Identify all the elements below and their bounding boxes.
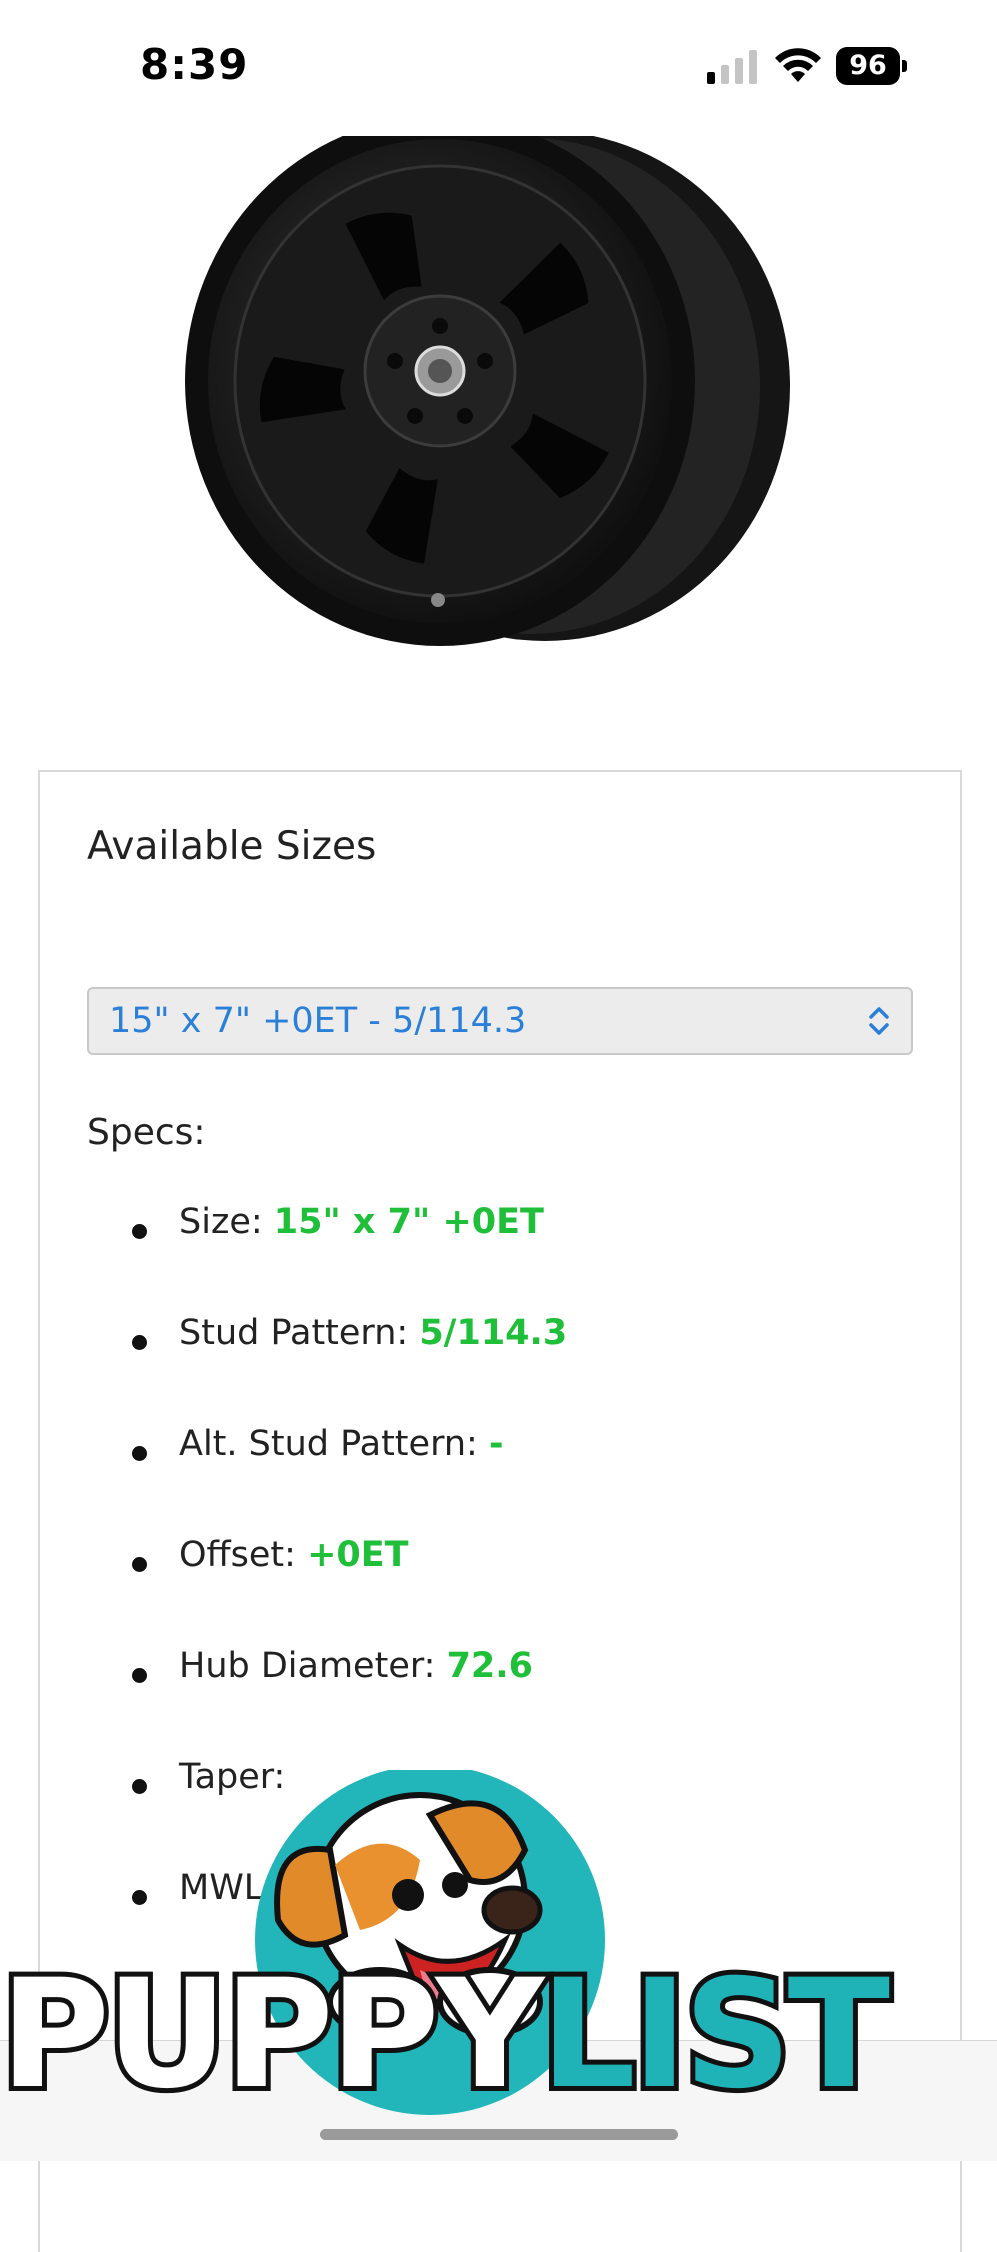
bullet-icon	[132, 1224, 147, 1239]
battery-nub	[902, 60, 907, 72]
spec-label: Stud Pattern:	[179, 1313, 409, 1353]
battery-icon: 96	[836, 47, 908, 85]
chevron-up-down-icon	[869, 1007, 889, 1035]
spec-item-offset: Offset: +0ET	[87, 1535, 887, 1646]
bullet-icon	[132, 1557, 147, 1572]
status-time: 8:39	[140, 40, 249, 89]
bullet-icon	[132, 1335, 147, 1350]
wifi-icon	[775, 48, 821, 82]
spec-label: Hub Diameter:	[179, 1646, 436, 1686]
spec-value: -	[488, 1424, 504, 1464]
card-title: Available Sizes	[87, 824, 377, 869]
cellular-signal-icon	[707, 50, 757, 84]
spec-value: +0ET	[307, 1535, 409, 1575]
spec-label: Alt. Stud Pattern:	[179, 1424, 478, 1464]
watermark-brand-part1: PUPPY	[0, 1948, 549, 2122]
status-bar: 8:39 96	[0, 0, 997, 136]
wheel-image	[185, 136, 790, 646]
spec-value: 72.6	[446, 1646, 533, 1686]
battery-level: 96	[836, 47, 900, 85]
spec-item-alt-stud-pattern: Alt. Stud Pattern: -	[87, 1424, 887, 1535]
spec-label: Offset:	[179, 1535, 296, 1575]
spec-item-stud-pattern: Stud Pattern: 5/114.3	[87, 1313, 887, 1424]
specs-label: Specs:	[87, 1112, 206, 1153]
size-select[interactable]: 15" x 7" +0ET - 5/114.3	[87, 987, 913, 1055]
watermark-brand-part2: LIST	[535, 1948, 895, 2122]
spec-value: 15" x 7" +0ET	[273, 1202, 544, 1242]
spec-label: Size:	[179, 1202, 263, 1242]
spec-item-hub-diameter: Hub Diameter: 72.6	[87, 1646, 887, 1757]
bullet-icon	[132, 1446, 147, 1461]
spec-item-size: Size: 15" x 7" +0ET	[87, 1202, 887, 1313]
size-select-value: 15" x 7" +0ET - 5/114.3	[109, 1001, 527, 1041]
bullet-icon	[132, 1668, 147, 1683]
spec-value: 5/114.3	[419, 1313, 568, 1353]
watermark-wordmark: PUPPYLIST	[0, 1955, 920, 2115]
